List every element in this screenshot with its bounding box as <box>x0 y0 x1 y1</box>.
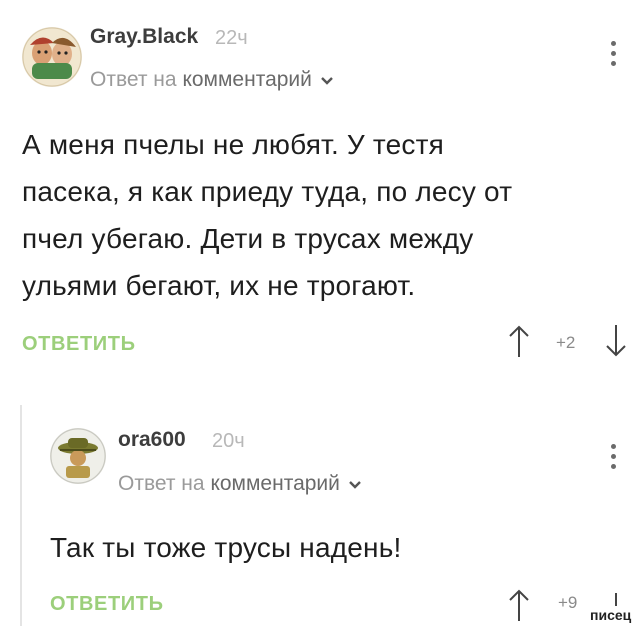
downvote-arrow-icon[interactable] <box>605 324 627 363</box>
comment-author[interactable]: ora600 <box>118 428 186 452</box>
comment-time: 22ч <box>215 27 248 49</box>
comment-time: 20ч <box>212 430 245 452</box>
comment-text-line: пчел убегаю. Дети в трусах между <box>22 223 474 254</box>
more-options-icon[interactable] <box>611 444 616 474</box>
comment-text-line: Так ты тоже трусы надень! <box>50 532 402 563</box>
reply-prefix: Ответ на <box>90 68 177 91</box>
comment-text-line: ульями бегают, их не трогают. <box>22 270 416 301</box>
avatar[interactable] <box>50 428 106 484</box>
reply-prefix: Ответ на <box>118 472 205 495</box>
comment-text-line: пасека, я как приеду туда, по лесу от <box>22 176 513 207</box>
more-options-icon[interactable] <box>611 41 616 71</box>
upvote-arrow-icon[interactable] <box>508 324 530 363</box>
rating-count: +9 <box>558 593 578 612</box>
chevron-down-icon <box>320 68 334 92</box>
watermark-text: писец <box>590 607 632 623</box>
reply-to-line[interactable]: Ответ на комментарий <box>90 68 334 92</box>
reply-button[interactable]: ОТВЕТИТЬ <box>22 333 136 356</box>
chevron-down-icon <box>348 472 362 496</box>
reply-to-line[interactable]: Ответ на комментарий <box>118 472 362 496</box>
reply-target: комментарий <box>182 68 312 91</box>
reply-target: комментарий <box>210 472 340 495</box>
upvote-arrow-icon[interactable] <box>508 588 530 627</box>
comment-text-line: А меня пчелы не любят. У тестя <box>22 129 444 160</box>
thread-indent-line <box>20 405 22 626</box>
comment-text: Так ты тоже трусы надень! <box>50 524 610 571</box>
comment-text: А меня пчелы не любят. У тестя пасека, я… <box>22 121 622 309</box>
avatar[interactable] <box>22 27 82 87</box>
rating-count: +2 <box>556 333 576 352</box>
comment-author[interactable]: Gray.Black <box>90 25 198 49</box>
reply-button[interactable]: ОТВЕТИТЬ <box>50 593 164 616</box>
